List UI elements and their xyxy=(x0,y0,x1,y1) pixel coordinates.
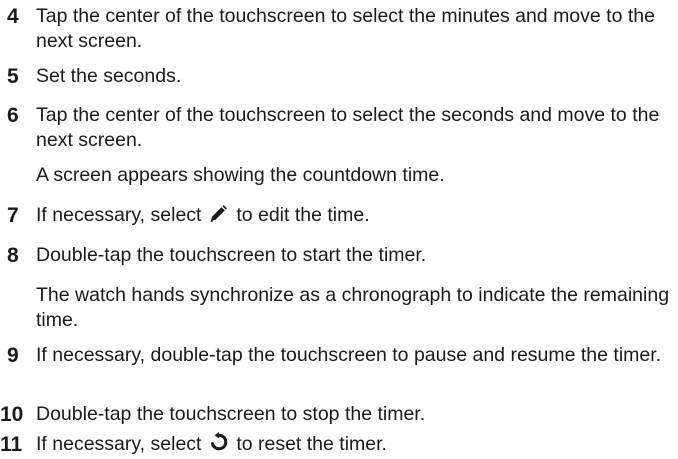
step-text: If necessary, double-tap the touchscreen… xyxy=(36,344,662,366)
step-text: Double-tap the touchscreen to stop the t… xyxy=(36,403,426,425)
step-note: A screen appears showing the countdown t… xyxy=(36,164,445,186)
step-note: The watch hands synchronize as a chronog… xyxy=(36,284,670,331)
step-text: If necessary, select to reset the timer. xyxy=(36,432,676,459)
step-text: Double-tap the touchscreen to start the … xyxy=(36,244,427,266)
step-number: 8 xyxy=(7,244,19,267)
step-text: If necessary, select to edit the time. xyxy=(36,203,676,230)
step-text: Tap the center of the touchscreen to sel… xyxy=(36,104,660,151)
step-number: 5 xyxy=(7,65,19,88)
reset-icon xyxy=(209,432,229,459)
step-text-before: If necessary, select xyxy=(36,433,202,455)
step-number: 4 xyxy=(7,5,19,28)
pencil-icon xyxy=(209,205,229,230)
step-text-after: to reset the timer. xyxy=(236,433,387,455)
step-text: Tap the center of the touchscreen to sel… xyxy=(36,5,655,52)
step-number: 11 xyxy=(0,433,23,456)
step-number: 10 xyxy=(0,403,24,426)
step-number: 9 xyxy=(7,344,19,367)
step-text-before: If necessary, select xyxy=(36,204,202,226)
step-number: 7 xyxy=(7,204,19,227)
step-number: 6 xyxy=(7,104,19,127)
step-text: Set the seconds. xyxy=(36,65,182,87)
step-text-after: to edit the time. xyxy=(236,204,370,226)
